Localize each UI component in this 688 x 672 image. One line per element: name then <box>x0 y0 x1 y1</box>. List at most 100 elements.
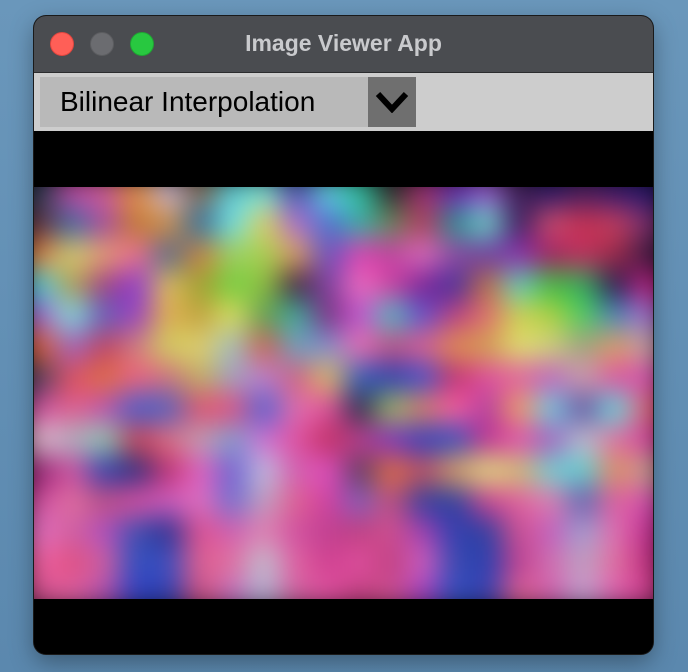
image-cell <box>247 516 280 548</box>
image-cell <box>119 207 152 239</box>
image-cell <box>599 547 632 579</box>
toolbar: Bilinear Interpolation <box>34 73 653 131</box>
image-cell <box>34 485 56 517</box>
image-cell <box>55 423 88 455</box>
image-cell <box>279 207 312 239</box>
image-cell <box>535 454 568 486</box>
image-cell <box>183 485 216 517</box>
chevron-down-icon[interactable] <box>368 77 416 127</box>
image-cell <box>87 578 120 599</box>
image-cell <box>343 485 376 517</box>
image-cell <box>247 331 280 363</box>
image-cell <box>375 547 408 579</box>
image-cell <box>535 238 568 270</box>
image-cell <box>34 578 56 599</box>
image-cell <box>119 516 152 548</box>
image-cell <box>279 331 312 363</box>
image-cell <box>503 547 536 579</box>
image-cell <box>311 578 344 599</box>
image-cell <box>375 207 408 239</box>
image-canvas <box>34 131 653 654</box>
image-cell <box>215 423 248 455</box>
image-cell <box>535 187 568 208</box>
image-cell <box>503 187 536 208</box>
interpolation-dropdown[interactable]: Bilinear Interpolation <box>40 77 416 127</box>
image-cell <box>311 331 344 363</box>
image-cell <box>87 393 120 424</box>
image-cell <box>34 269 56 301</box>
image-cell <box>215 362 248 393</box>
image-cell <box>55 547 88 579</box>
image-cell <box>87 207 120 239</box>
image-cell <box>407 485 440 517</box>
image-cell <box>343 547 376 579</box>
image-cell <box>567 454 600 486</box>
image-cell <box>407 578 440 599</box>
image-cell <box>279 485 312 517</box>
image-cell <box>407 454 440 486</box>
image-cell <box>375 362 408 393</box>
image-cell <box>34 300 56 332</box>
image-cell <box>34 187 56 208</box>
image-cell <box>87 454 120 486</box>
image-cell <box>343 578 376 599</box>
image-cell <box>119 547 152 579</box>
image-cell <box>183 300 216 332</box>
image-cell <box>279 187 312 208</box>
image-cell <box>215 331 248 363</box>
image-cell <box>503 331 536 363</box>
image-cell <box>343 393 376 424</box>
image-cell <box>567 485 600 517</box>
image-cell <box>599 454 632 486</box>
image-cell <box>151 300 184 332</box>
image-cell <box>151 578 184 599</box>
image-cell <box>567 300 600 332</box>
image-cell <box>439 187 472 208</box>
image-cell <box>599 423 632 455</box>
image-cell <box>375 578 408 599</box>
image-cell <box>87 516 120 548</box>
image-cell <box>279 516 312 548</box>
image-cell <box>151 423 184 455</box>
image-cell <box>439 547 472 579</box>
image-cell <box>599 516 632 548</box>
image-cell <box>183 578 216 599</box>
image-cell <box>311 454 344 486</box>
image-cell <box>599 362 632 393</box>
image-cell <box>343 423 376 455</box>
image-cell <box>311 207 344 239</box>
image-cell <box>343 238 376 270</box>
image-cell <box>375 331 408 363</box>
image-cell <box>87 238 120 270</box>
image-cell <box>215 547 248 579</box>
image-cell <box>87 300 120 332</box>
image-cell <box>87 362 120 393</box>
image-cell <box>631 238 653 270</box>
image-cell <box>375 393 408 424</box>
image-cell <box>343 187 376 208</box>
image-cell <box>439 331 472 363</box>
image-cell <box>375 238 408 270</box>
image-cell <box>631 269 653 301</box>
image-cell <box>375 269 408 301</box>
image-cell <box>247 578 280 599</box>
image-cell <box>567 578 600 599</box>
image-cell <box>183 269 216 301</box>
image-cell <box>55 207 88 239</box>
image-cell <box>215 578 248 599</box>
image-cell <box>439 516 472 548</box>
image-cell <box>599 393 632 424</box>
image-cell <box>631 300 653 332</box>
image-cell <box>631 485 653 517</box>
image-cell <box>183 423 216 455</box>
image-cell <box>631 331 653 363</box>
image-cell <box>503 393 536 424</box>
image-cell <box>471 516 504 548</box>
image-cell <box>567 187 600 208</box>
image-cell <box>471 300 504 332</box>
image-cell <box>55 454 88 486</box>
image-cell <box>183 187 216 208</box>
image-cell <box>215 238 248 270</box>
image-cell <box>567 331 600 363</box>
image-cell <box>503 300 536 332</box>
